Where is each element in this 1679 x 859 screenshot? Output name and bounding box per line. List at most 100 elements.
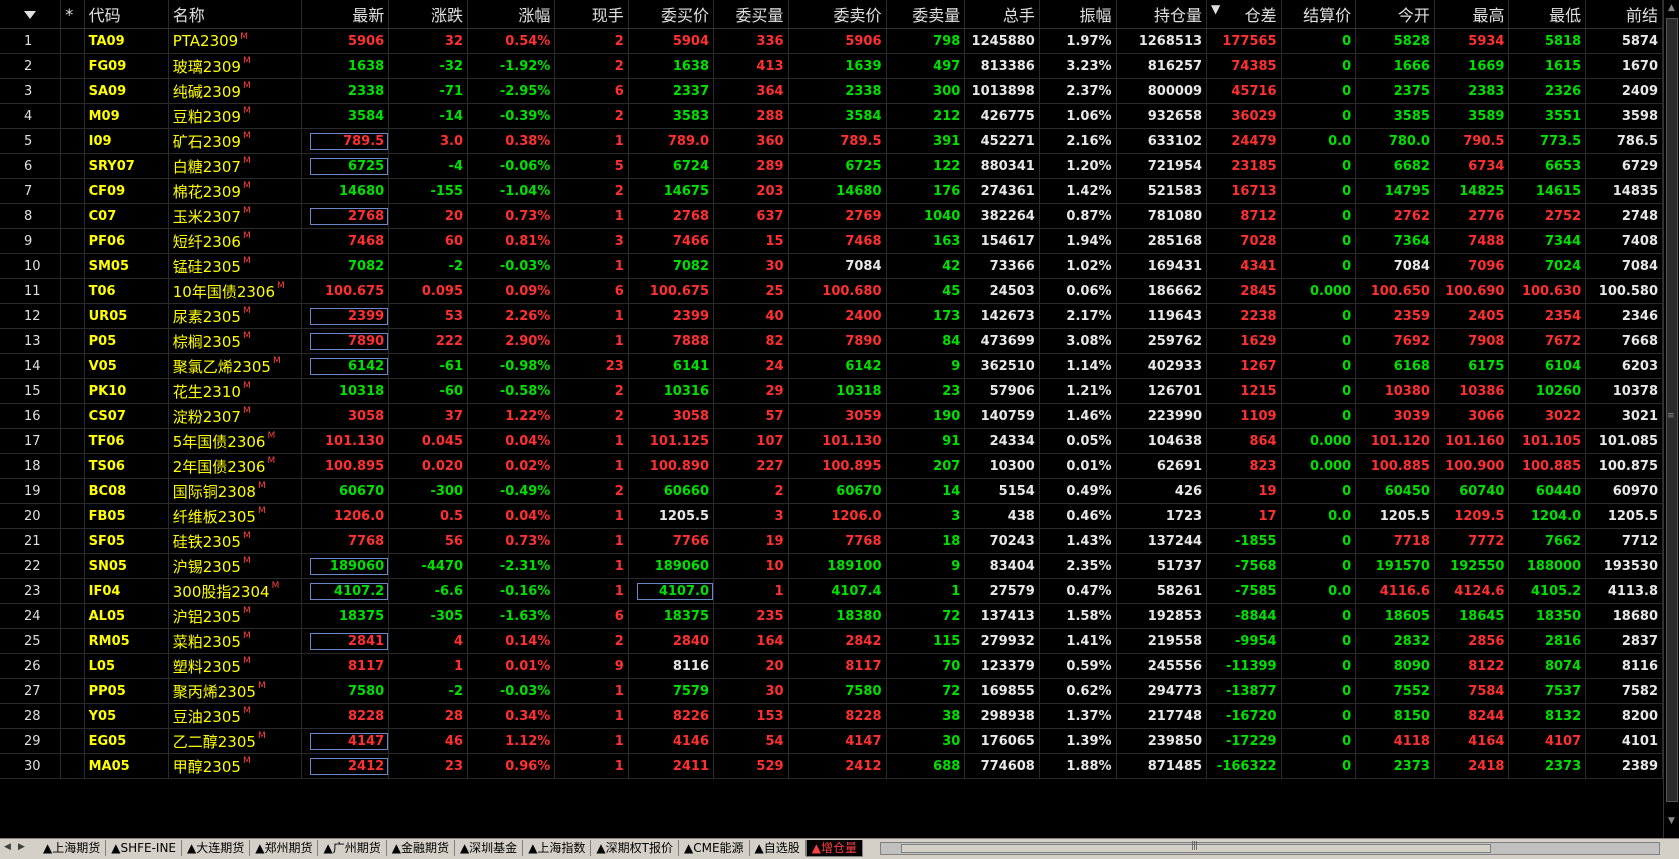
table-row[interactable]: 21 SF05 硅铁2305 M 7768 56 0.73% 1 7766 19 7768 18 702… bbox=[0, 528, 1663, 554]
last-price: 60670 bbox=[301, 478, 390, 504]
header-prev-settle[interactable]: 前结 bbox=[1585, 0, 1663, 29]
market-tab[interactable]: ▲深圳基金 bbox=[455, 840, 524, 856]
header-code[interactable]: 代码 bbox=[84, 0, 169, 29]
table-row[interactable]: 2 FG09 玻璃2309 M 1638 -32 -1.92% 2 1638 413 1639 497… bbox=[0, 53, 1663, 79]
amplitude: 0.49% bbox=[1039, 478, 1117, 504]
market-tab[interactable]: ▲上海期货 bbox=[38, 840, 107, 856]
table-row[interactable]: 19 BC08 国际铜2308 M 60670 -300 -0.49% 2 60660 2 6067… bbox=[0, 478, 1663, 504]
header-total[interactable]: 总手 bbox=[964, 0, 1040, 29]
header-last[interactable]: 最新 bbox=[301, 0, 390, 29]
change-percent-value: 0.34% bbox=[505, 708, 551, 724]
table-row[interactable]: 9 PF06 短纤2306 M 7468 60 0.81% 3 7466 15 7468 163 154… bbox=[0, 228, 1663, 254]
vertical-scrollbar[interactable]: ▲ ≡ ▼ bbox=[1663, 0, 1679, 838]
table-row[interactable]: 29 EG05 乙二醇2305 M 4147 46 1.12% 1 4146 54 4147 30 17… bbox=[0, 728, 1663, 754]
contract-name: 玉米2307 M bbox=[168, 203, 302, 229]
table-row[interactable]: 27 PP05 聚丙烯2305 M 7580 -2 -0.03% 1 7579 30 7580 72 1… bbox=[0, 678, 1663, 704]
prev-settle: 4113.8 bbox=[1585, 578, 1663, 604]
market-tab[interactable]: ▲CME能源 bbox=[679, 840, 750, 856]
tab-next-icon[interactable]: ▶ bbox=[18, 842, 25, 852]
header-settle[interactable]: 结算价 bbox=[1281, 0, 1357, 29]
table-row[interactable]: 25 RM05 菜粕2305 M 2841 4 0.14% 2 2840 164 2842 115 27… bbox=[0, 628, 1663, 654]
column-selector[interactable] bbox=[0, 0, 62, 29]
bid-price-value: 7888 bbox=[672, 333, 709, 349]
header-volume-now[interactable]: 现手 bbox=[554, 0, 629, 29]
header-high[interactable]: 最高 bbox=[1434, 0, 1510, 29]
high-price: 6734 bbox=[1434, 153, 1510, 179]
market-tab[interactable]: ▲SHFE-INE bbox=[106, 840, 183, 856]
contract-code: FB05 bbox=[84, 503, 169, 529]
table-row[interactable]: 8 C07 玉米2307 M 2768 20 0.73% 1 2768 637 2769 1040 38… bbox=[0, 203, 1663, 229]
table-row[interactable]: 6 SRY07 白糖2307 M 6725 -4 -0.06% 5 6724 289 6725 122… bbox=[0, 153, 1663, 179]
header-change-pct[interactable]: 涨幅 bbox=[467, 0, 556, 29]
table-row[interactable]: 1 TA09 PTA2309 M 5906 32 0.54% 2 5904 336 5906 798 1… bbox=[0, 28, 1663, 54]
table-row[interactable]: 23 IF04 300股指2304 M 4107.2 -6.6 -0.16% 1 4107.0 1… bbox=[0, 578, 1663, 604]
tab-prev-icon[interactable]: ◀ bbox=[4, 842, 11, 852]
table-row[interactable]: 22 SN05 沪锡2305 M 189060 -4470 -2.31% 1 189060 10 1… bbox=[0, 553, 1663, 579]
header-change[interactable]: 涨跌 bbox=[388, 0, 468, 29]
volume-now-value: 2 bbox=[614, 483, 624, 499]
table-row[interactable]: 20 FB05 纤维板2305 M 1206.0 0.5 0.04% 1 1205.5 3 1206… bbox=[0, 503, 1663, 529]
amplitude: 0.47% bbox=[1039, 578, 1117, 604]
table-row[interactable]: 15 PK10 花生2310 M 10318 -60 -0.58% 2 10316 29 10318… bbox=[0, 378, 1663, 404]
contract-code: SF05 bbox=[84, 528, 169, 554]
market-tab[interactable]: ▲郑州期货 bbox=[250, 840, 319, 856]
market-tab[interactable]: ▲广州期货 bbox=[318, 840, 387, 856]
market-tab[interactable]: ▲自选股 bbox=[750, 840, 806, 856]
table-row[interactable]: 4 M09 豆粕2309 M 3584 -14 -0.39% 2 3583 288 3584 212 4… bbox=[0, 103, 1663, 129]
price-change: -32 bbox=[388, 53, 468, 79]
header-oi-diff[interactable]: ▼ 仓差 bbox=[1206, 0, 1282, 29]
row-number: 29 bbox=[0, 728, 62, 754]
table-row[interactable]: 5 I09 矿石2309 M 789.5 3.0 0.38% 1 789.0 360 789.5 39… bbox=[0, 128, 1663, 154]
market-tab[interactable]: ▲深期权T报价 bbox=[591, 840, 679, 856]
header-bid[interactable]: 委买价 bbox=[628, 0, 715, 29]
low-price: 7662 bbox=[1508, 528, 1587, 554]
horizontal-scrollbar[interactable]: ||| bbox=[880, 841, 1660, 855]
header-name[interactable]: 名称 bbox=[168, 0, 302, 29]
settle-price: 0 bbox=[1281, 353, 1357, 379]
market-tab[interactable]: ▲上海指数 bbox=[523, 840, 592, 856]
table-row[interactable]: 14 V05 聚氯乙烯2305 M 6142 -61 -0.98% 23 6141 24 6142 9… bbox=[0, 353, 1663, 379]
header-open-interest[interactable]: 持仓量 bbox=[1116, 0, 1208, 29]
table-row[interactable]: 11 T06 10年国债2306 M 100.675 0.095 0.09% 6 100.675… bbox=[0, 278, 1663, 304]
bid-qty: 235 bbox=[713, 603, 789, 629]
table-row[interactable]: 18 TS06 2年国债2306 M 100.895 0.020 0.02% 1 100.890… bbox=[0, 453, 1663, 479]
table-row[interactable]: 26 L05 塑料2305 M 8117 1 0.01% 9 8116 20 8117 70 12337… bbox=[0, 653, 1663, 679]
table-row[interactable]: 17 TF06 5年国债2306 M 101.130 0.045 0.04% 1 101.125… bbox=[0, 428, 1663, 454]
market-tab[interactable]: ▲大连期货 bbox=[182, 840, 251, 856]
market-tab[interactable]: ▲金融期货 bbox=[387, 840, 455, 856]
header-open[interactable]: 今开 bbox=[1355, 0, 1435, 29]
header-bid-qty[interactable]: 委买量 bbox=[713, 0, 789, 29]
header-star[interactable]: * bbox=[60, 0, 85, 29]
table-row[interactable]: 30 MA05 甲醇2305 M 2412 23 0.96% 1 2411 529 2412 688 7… bbox=[0, 753, 1663, 779]
ask-price: 6142 bbox=[788, 353, 887, 379]
row-star bbox=[60, 378, 85, 404]
column-menu-icon[interactable] bbox=[24, 11, 37, 19]
table-row[interactable]: 7 CF09 棉花2309 M 14680 -155 -1.04% 2 14675 203 1468… bbox=[0, 178, 1663, 204]
settle-price: 0 bbox=[1281, 203, 1357, 229]
change-percent: -0.03% bbox=[467, 253, 556, 279]
table-row[interactable]: 12 UR05 尿素2305 M 2399 53 2.26% 1 2399 40 2400 173 14… bbox=[0, 303, 1663, 329]
oi-diff: -11399 bbox=[1206, 653, 1282, 679]
table-row[interactable]: 24 AL05 沪铝2305 M 18375 -305 -1.63% 6 18375 235 183… bbox=[0, 603, 1663, 629]
header-low[interactable]: 最低 bbox=[1508, 0, 1587, 29]
row-star bbox=[60, 453, 85, 479]
table-row[interactable]: 28 Y05 豆油2305 M 8228 28 0.34% 1 8226 153 8228 38 298… bbox=[0, 703, 1663, 729]
table-row[interactable]: 3 SA09 纯碱2309 M 2338 -71 -2.95% 6 2337 364 2338 300… bbox=[0, 78, 1663, 104]
ask-qty: 45 bbox=[886, 278, 966, 304]
scroll-up-icon[interactable]: ▲ bbox=[1668, 3, 1675, 13]
bid-qty-value: 360 bbox=[756, 133, 784, 149]
table-row[interactable]: 16 CS07 淀粉2307 M 3058 37 1.22% 2 3058 57 3059 190 14… bbox=[0, 403, 1663, 429]
header-amplitude[interactable]: 振幅 bbox=[1039, 0, 1117, 29]
vertical-scroll-thumb[interactable] bbox=[1666, 18, 1678, 802]
oi-diff: -9954 bbox=[1206, 628, 1282, 654]
header-ask-qty[interactable]: 委卖量 bbox=[886, 0, 966, 29]
scroll-down-icon[interactable]: ▼ bbox=[1668, 816, 1675, 826]
open-interest-value: 217748 bbox=[1147, 708, 1203, 724]
table-row[interactable]: 13 P05 棕榈2305 M 7890 222 2.90% 1 7888 82 7890 84 473… bbox=[0, 328, 1663, 354]
header-ask[interactable]: 委卖价 bbox=[788, 0, 887, 29]
settle-price: 0.0 bbox=[1281, 128, 1357, 154]
amplitude-value: 0.47% bbox=[1066, 583, 1112, 599]
market-tab[interactable]: ▲增仓量 bbox=[805, 840, 863, 857]
table-row[interactable]: 10 SM05 锰硅2305 M 7082 -2 -0.03% 1 7082 30 7084 42 73… bbox=[0, 253, 1663, 279]
oi-diff: 23185 bbox=[1206, 153, 1282, 179]
